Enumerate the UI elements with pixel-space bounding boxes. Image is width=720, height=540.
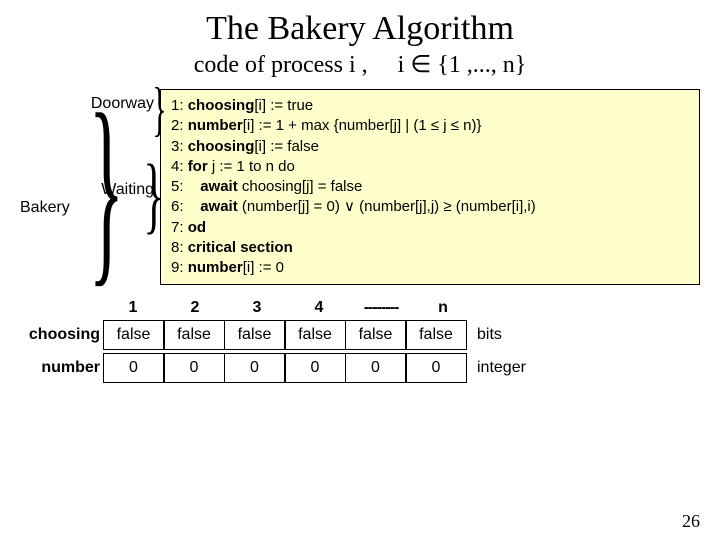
state-tables: 1 2 3 4 -------- n choosing false false … <box>20 299 700 383</box>
page-number: 26 <box>682 511 700 532</box>
main-content: Doorway } Waiting } Bakery } 1: choosing… <box>20 89 700 285</box>
col-header: 3 <box>226 299 288 317</box>
code-line: 1: choosing[i] := true <box>171 96 689 116</box>
cell: 0 <box>284 353 346 383</box>
code-line: 7: od <box>171 218 689 238</box>
row-label-choosing: choosing <box>20 326 104 344</box>
col-header: -------- <box>350 299 412 317</box>
cell: false <box>224 320 286 350</box>
label-bakery: Bakery <box>20 199 70 217</box>
code-line: 8: critical section <box>171 238 689 258</box>
code-line: 4: for j := 1 to n do <box>171 157 689 177</box>
cell: false <box>405 320 467 350</box>
cell: 0 <box>163 353 225 383</box>
cell: false <box>163 320 225 350</box>
table-row: number 0 0 0 0 0 0 integer <box>20 353 700 383</box>
row-label-number: number <box>20 359 104 377</box>
table-header-row: 1 2 3 4 -------- n <box>102 299 700 317</box>
brace-icon: } <box>89 83 124 293</box>
col-header: 4 <box>288 299 350 317</box>
code-line: 2: number[i] := 1 + max {number[j] | (1 … <box>171 116 689 136</box>
code-line: 5: await choosing[j] = false <box>171 177 689 197</box>
page-title: The Bakery Algorithm <box>20 10 700 48</box>
cell: false <box>345 320 407 350</box>
subtitle-left: code of process i , <box>194 52 368 78</box>
table-row: choosing false false false false false f… <box>20 320 700 350</box>
code-line: 9: number[i] := 0 <box>171 258 689 278</box>
row-type: integer <box>477 359 526 377</box>
cell: false <box>284 320 346 350</box>
brace-icon: } <box>152 79 166 139</box>
cell: 0 <box>224 353 286 383</box>
col-header: 2 <box>164 299 226 317</box>
col-header: n <box>412 299 474 317</box>
code-line: 6: await (number[j] = 0) ∨ (number[j],j)… <box>171 197 689 217</box>
brace-icon: } <box>143 151 164 237</box>
code-line: 3: choosing[i] := false <box>171 137 689 157</box>
cell: 0 <box>103 353 165 383</box>
cell: 0 <box>345 353 407 383</box>
row-type: bits <box>477 326 502 344</box>
brace-labels: Doorway } Waiting } Bakery } <box>20 89 160 285</box>
subtitle-right: i ∈ {1 ,..., n} <box>398 52 527 78</box>
cell: 0 <box>405 353 467 383</box>
cell: false <box>103 320 165 350</box>
code-box: 1: choosing[i] := true 2: number[i] := 1… <box>160 89 700 285</box>
